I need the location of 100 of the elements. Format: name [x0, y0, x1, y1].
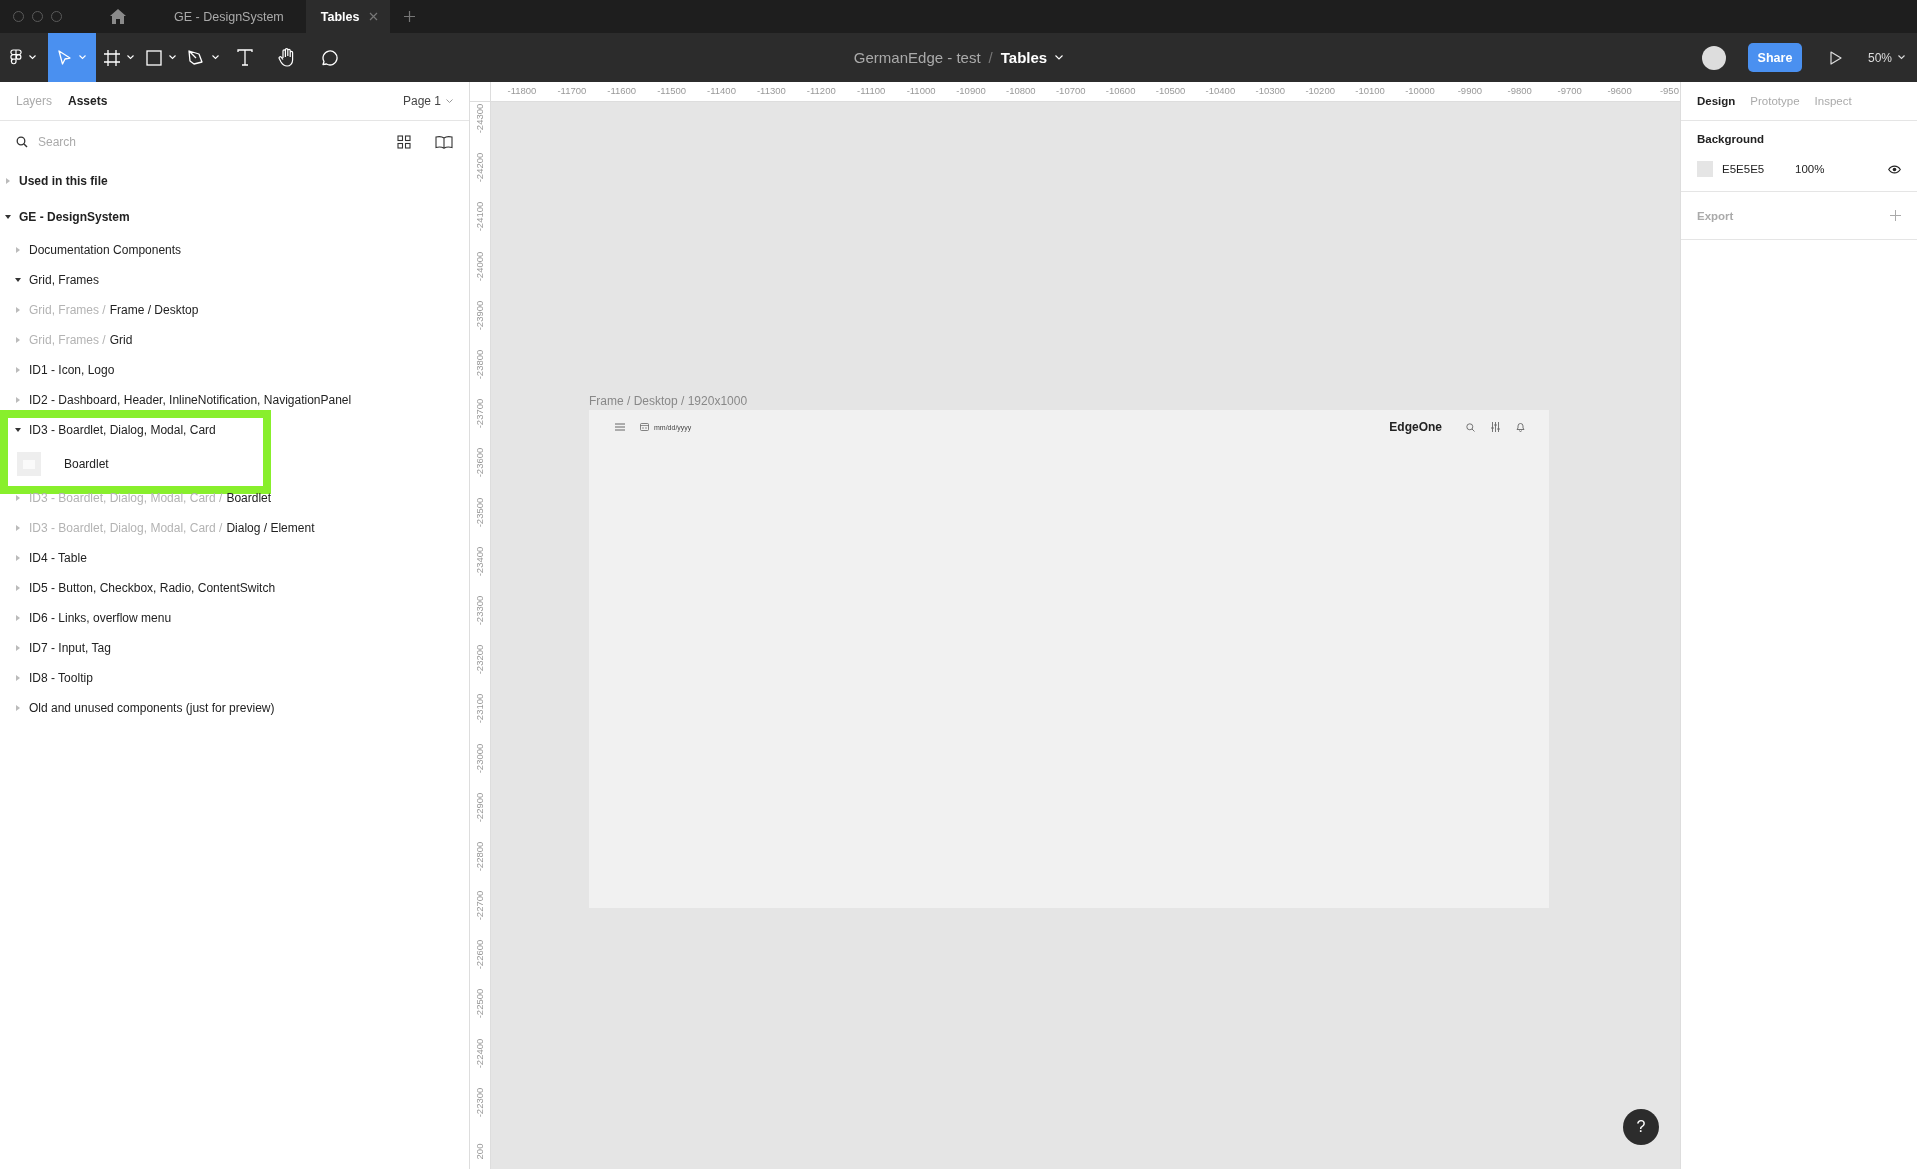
ruler-label: -22400: [474, 1038, 486, 1068]
ruler-label: -11400: [706, 84, 737, 98]
ruler-label: -9800: [1506, 84, 1533, 98]
caret-icon: [29, 55, 36, 60]
ruler-label: -10600: [1104, 84, 1137, 98]
ruler-label: -23500: [474, 497, 486, 527]
menu-icon: [615, 423, 625, 431]
ruler-label: -11000: [905, 84, 937, 98]
asset-group-row[interactable]: ID3 - Boardlet, Dialog, Modal, Card / Dialog / Element: [0, 513, 469, 543]
asset-group-name: Grid, Frames / Grid: [29, 333, 133, 347]
caret-icon: [169, 55, 176, 60]
asset-group-row[interactable]: Documentation Components: [0, 235, 469, 265]
expanded-icon: [5, 214, 11, 220]
ruler-label: -10400: [1204, 84, 1237, 98]
section-title: Export: [1697, 209, 1734, 222]
comment-icon: [320, 48, 338, 67]
logo-icon: [10, 49, 22, 66]
asset-group-row[interactable]: ID6 - Links, overflow menu: [0, 603, 469, 633]
library-row[interactable]: GE - DesignSystem: [0, 199, 469, 235]
file-tab[interactable]: GE - DesignSystem: [154, 0, 306, 33]
play-icon[interactable]: [1829, 50, 1842, 65]
brand-name: EdgeOne: [1389, 420, 1442, 434]
ruler-label: -11500: [656, 84, 688, 98]
ruler-label: -23900: [474, 300, 486, 331]
asset-group-name: ID3 - Boardlet, Dialog, Modal, Card / Boardlet: [29, 491, 272, 505]
ruler-label: -23700: [474, 398, 486, 429]
calendar-icon: [640, 423, 649, 431]
avatar[interactable]: [1701, 45, 1726, 70]
add-tab-icon[interactable]: [404, 11, 416, 22]
collapsed-icon: [15, 247, 21, 253]
asset-group-row[interactable]: ID7 - Input, Tag: [0, 633, 469, 663]
asset-group-row[interactable]: ID1 - Icon, Logo: [0, 355, 469, 385]
project-name[interactable]: GermanEdge - test: [853, 49, 981, 66]
ruler-label: -23000: [474, 743, 486, 773]
ruler-label: -9900: [1456, 84, 1483, 98]
caret-icon[interactable]: [1055, 55, 1064, 60]
color-value[interactable]: E5E5E5: [1722, 163, 1795, 175]
page-menu[interactable]: Page 1: [402, 94, 453, 108]
eye-icon[interactable]: [1888, 164, 1901, 174]
color-swatch[interactable]: [1697, 161, 1713, 177]
asset-group-row[interactable]: ID5 - Button, Checkbox, Radio, ContentSwitch: [0, 573, 469, 603]
panel-tab[interactable]: Design: [1697, 95, 1736, 107]
pen-icon: [187, 49, 205, 66]
cursor-icon: [58, 49, 72, 66]
search-icon: [1466, 422, 1475, 432]
collapsed-icon: [15, 307, 21, 313]
asset-group-name: ID7 - Input, Tag: [29, 641, 111, 655]
caret-icon: [446, 98, 453, 104]
ruler-label: -22700: [474, 890, 486, 921]
asset-group-name: ID4 - Table: [29, 551, 87, 565]
asset-group-row[interactable]: ID3 - Boardlet, Dialog, Modal, Card / Boardlet: [0, 483, 469, 513]
path-separator: /: [988, 49, 993, 66]
ruler-label: -23100: [474, 694, 486, 724]
collapsed-icon: [15, 495, 21, 501]
ruler-label: -11600: [606, 84, 638, 98]
ruler-label: -11300: [755, 84, 787, 98]
component-item[interactable]: Boardlet: [0, 445, 469, 483]
book-icon[interactable]: [435, 135, 453, 149]
file-name[interactable]: Tables: [1000, 49, 1048, 66]
help-button[interactable]: ?: [1623, 1109, 1659, 1145]
opacity-value[interactable]: 100%: [1795, 163, 1825, 175]
ruler-label: 200: [474, 1143, 486, 1160]
search-field[interactable]: Search: [38, 135, 387, 149]
collapsed-icon: [15, 397, 21, 403]
ruler-label: -22600: [474, 940, 486, 970]
ruler-label: -10300: [1254, 84, 1287, 98]
ruler-label: -23300: [474, 595, 486, 626]
ruler-label: -24300: [474, 103, 486, 134]
asset-group-row[interactable]: ID2 - Dashboard, Header, InlineNotification, NavigationPanel: [0, 385, 469, 415]
ruler-label: -24100: [474, 202, 486, 232]
close-icon[interactable]: [369, 12, 379, 21]
ruler-label: -10500: [1154, 84, 1187, 98]
asset-group-row[interactable]: ID8 - Tooltip: [0, 663, 469, 693]
ruler-label: -11700: [556, 84, 588, 98]
asset-group-row[interactable]: ID3 - Boardlet, Dialog, Modal, Card: [0, 415, 469, 445]
ruler-label: -24000: [474, 251, 486, 281]
asset-group-row[interactable]: Grid, Frames / Grid: [0, 325, 469, 355]
hand-icon: [278, 48, 296, 67]
section-title: Background: [1697, 133, 1766, 145]
collapsed-icon: [15, 585, 21, 591]
home-icon[interactable]: [110, 9, 126, 24]
asset-group-row[interactable]: ID4 - Table: [0, 543, 469, 573]
expanded-icon: [15, 277, 21, 283]
asset-group-row[interactable]: Grid, Frames: [0, 265, 469, 295]
asset-group-name: ID5 - Button, Checkbox, Radio, ContentSwitch: [29, 581, 276, 595]
asset-group-name: ID1 - Icon, Logo: [29, 363, 115, 377]
caret-icon: [79, 55, 86, 60]
ruler-label: -24200: [474, 153, 486, 183]
asset-group-row[interactable]: Grid, Frames / Frame / Desktop: [0, 295, 469, 325]
asset-group-name: ID3 - Boardlet, Dialog, Modal, Card / Dialog / Element: [29, 521, 315, 535]
library-row[interactable]: Used in this file: [0, 163, 469, 199]
grid-view-icon[interactable]: [397, 135, 411, 149]
zoom-menu[interactable]: 50%: [1867, 50, 1905, 65]
caret-icon: [1898, 55, 1905, 60]
ruler-label: -10000: [1404, 84, 1436, 98]
file-tab[interactable]: Tables: [305, 0, 391, 33]
ruler-label: -22300: [474, 1087, 486, 1118]
ruler-label: -10100: [1354, 84, 1386, 98]
panel-tab[interactable]: Assets: [68, 94, 108, 108]
asset-group-row[interactable]: Old and unused components (just for preview): [0, 693, 469, 723]
